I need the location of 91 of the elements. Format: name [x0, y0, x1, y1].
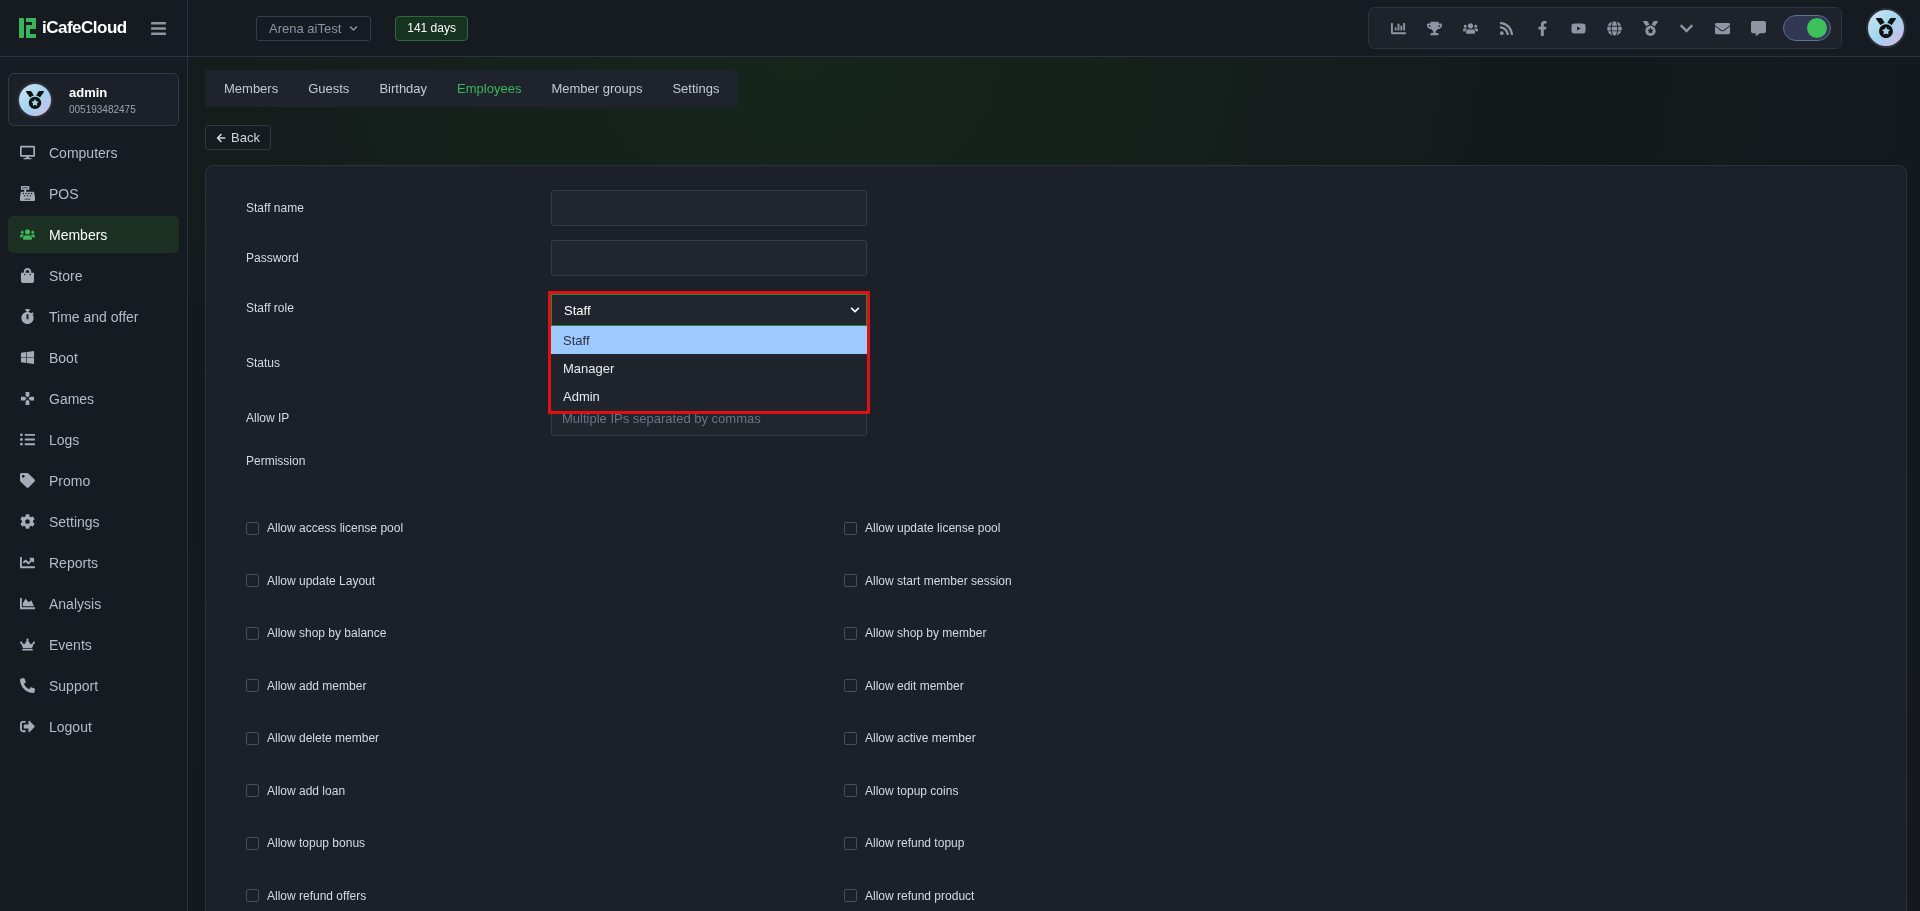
line-chart-icon: [20, 555, 35, 570]
checkbox-label: Allow active member: [865, 731, 976, 746]
tab[interactable]: Birthday: [364, 70, 443, 107]
checkbox[interactable]: [844, 626, 857, 640]
checkbox-label: Allow delete member: [267, 731, 380, 746]
checkbox[interactable]: [246, 784, 259, 798]
role-select[interactable]: Staff: [551, 294, 867, 326]
checkbox-label: Allow refund offers: [267, 888, 367, 903]
checkbox-label: Allow add member: [267, 678, 367, 693]
logout-icon: [20, 719, 35, 734]
chevron-icon: [850, 305, 860, 315]
checkbox-label: Allow edit member: [865, 678, 964, 693]
sidebar-item[interactable]: Members: [8, 216, 179, 253]
brand-name: iCafeCloud: [42, 18, 127, 38]
dropdown-option[interactable]: Staff: [551, 326, 867, 354]
tab[interactable]: Guests: [293, 70, 365, 107]
crown-icon: [20, 637, 35, 652]
input-field[interactable]: [551, 190, 867, 226]
sidebar-item[interactable]: Analysis: [8, 585, 179, 622]
tag-icon: [20, 473, 35, 488]
checkbox-label: Allow update Layout: [267, 573, 376, 588]
checkbox[interactable]: [246, 889, 259, 903]
sidebar-item[interactable]: Settings: [8, 503, 179, 540]
back-button[interactable]: Back: [205, 125, 271, 150]
field-label: Status: [246, 356, 282, 370]
input-field[interactable]: [551, 240, 867, 276]
arrow-left-icon: [216, 132, 226, 143]
sidebar-item[interactable]: Logout: [8, 708, 179, 745]
license-days-badge: 141 days: [395, 15, 468, 41]
stopwatch-icon: [20, 309, 35, 324]
checkbox-label: Allow shop by member: [865, 626, 987, 641]
list-icon: [20, 432, 35, 447]
sidebar-item[interactable]: Store: [8, 257, 179, 294]
checkbox[interactable]: [246, 626, 259, 640]
checkbox[interactable]: [844, 889, 857, 903]
tab[interactable]: Members: [209, 70, 294, 107]
area-chart-icon: [20, 596, 35, 611]
checkbox[interactable]: [246, 731, 259, 745]
phone-icon: [20, 678, 35, 693]
checkbox[interactable]: [246, 521, 259, 535]
avatar-icon[interactable]: [1866, 8, 1906, 48]
user-id: 005193482475: [69, 103, 136, 115]
sidebar-item[interactable]: POS: [8, 175, 179, 212]
tab[interactable]: Settings: [657, 70, 735, 107]
avatar-icon: [17, 81, 53, 118]
checkbox-label: Allow add loan: [267, 783, 346, 798]
monitor-icon: [20, 145, 35, 160]
dropdown-option[interactable]: Manager: [551, 354, 867, 382]
cafe-selector[interactable]: Arena aiTest: [256, 15, 372, 41]
theme-toggle[interactable]: [1783, 15, 1831, 41]
checkbox-label: Allow shop by balance: [267, 626, 387, 641]
tab[interactable]: Member groups: [536, 70, 658, 107]
checkbox[interactable]: [246, 679, 259, 693]
checkbox[interactable]: [246, 574, 259, 588]
section-heading: Permission: [246, 454, 307, 468]
checkbox[interactable]: [844, 521, 857, 535]
field-label: Password: [246, 251, 300, 265]
user-name: admin: [69, 84, 109, 100]
checkbox-label: Allow topup bonus: [267, 836, 366, 851]
checkbox[interactable]: [844, 679, 857, 693]
settings-icon: [20, 514, 35, 529]
checkbox[interactable]: [844, 784, 857, 798]
sidebar-item[interactable]: Computers: [8, 134, 179, 171]
sidebar-item[interactable]: Time and offer: [8, 298, 179, 335]
bag-icon: [20, 268, 35, 283]
checkbox-label: Allow refund topup: [865, 836, 965, 851]
users-icon: [20, 227, 35, 242]
chevron-icon: [349, 23, 359, 33]
sidebar-item[interactable]: Games: [8, 380, 179, 417]
checkbox[interactable]: [844, 836, 857, 850]
field-label: Staff role: [246, 301, 295, 315]
windows-icon: [20, 350, 35, 365]
tab[interactable]: Employees: [442, 70, 537, 107]
sidebar-item[interactable]: Logs: [8, 421, 179, 458]
field-label: Staff name: [246, 201, 305, 215]
checkbox-label: Allow access license pool: [267, 521, 404, 536]
sidebar-item[interactable]: Events: [8, 626, 179, 663]
checkbox-label: Allow start member session: [865, 573, 1012, 588]
sidebar-item[interactable]: Boot: [8, 339, 179, 376]
checkbox[interactable]: [844, 574, 857, 588]
checkbox[interactable]: [844, 731, 857, 745]
cash-register-icon: [20, 186, 35, 201]
field-label: Allow IP: [246, 411, 291, 425]
checkbox-label: Allow update license pool: [865, 521, 1001, 536]
checkbox-label: Allow topup coins: [865, 783, 959, 798]
sidebar-item[interactable]: Support: [8, 667, 179, 704]
checkbox-label: Allow refund product: [865, 888, 975, 903]
dpad-icon: [20, 391, 35, 406]
sidebar-item[interactable]: Promo: [8, 462, 179, 499]
sidebar-item[interactable]: Reports: [8, 544, 179, 581]
checkbox[interactable]: [246, 836, 259, 850]
